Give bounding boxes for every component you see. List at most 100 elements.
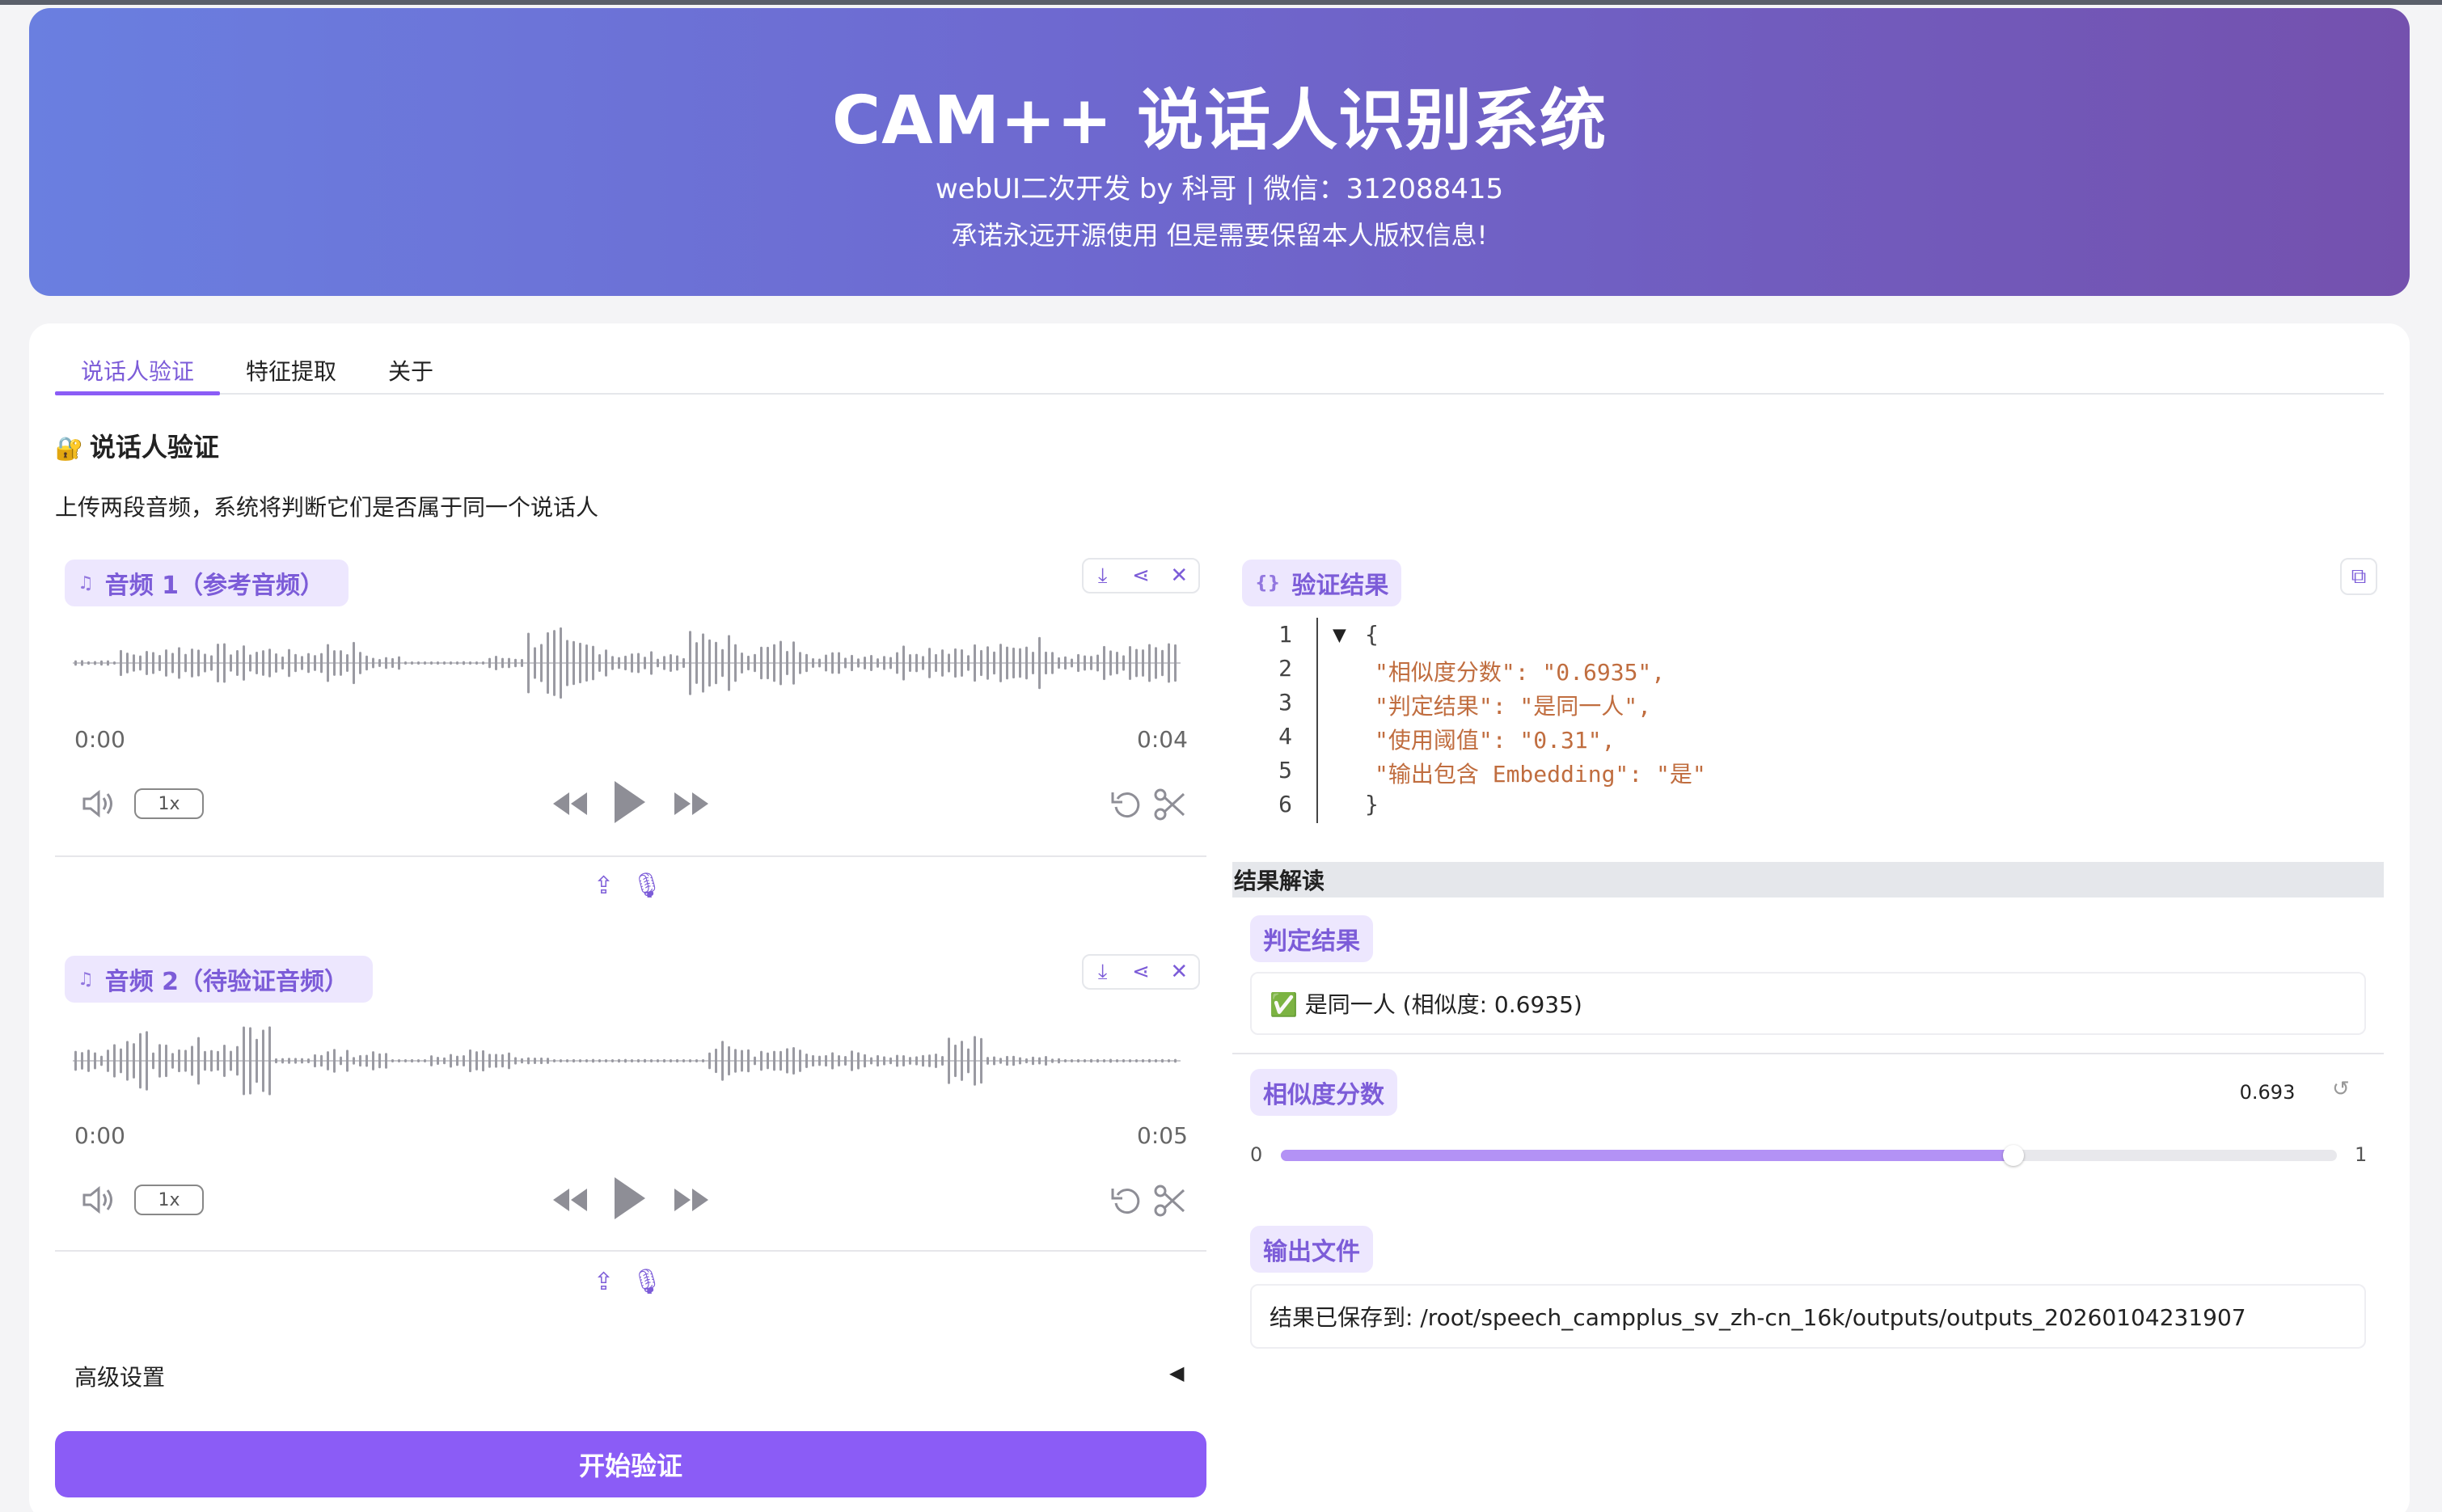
- waveform-bar: [585, 644, 588, 682]
- waveform-bar: [217, 1050, 219, 1071]
- fast-forward-icon[interactable]: [671, 788, 712, 820]
- waveform-bar: [488, 657, 491, 669]
- waveform-bar: [268, 648, 271, 678]
- similarity-number-input[interactable]: 0.693: [2217, 1074, 2317, 1111]
- audio1-speed-button[interactable]: 1x: [134, 788, 204, 819]
- fold-toggle-icon[interactable]: ▼: [1333, 621, 1346, 648]
- download-icon[interactable]: ⤓: [1084, 960, 1122, 985]
- waveform-bar: [579, 1059, 581, 1062]
- fast-forward-icon[interactable]: [671, 1184, 712, 1216]
- waveform-bar: [456, 661, 458, 665]
- scissors-icon[interactable]: [1153, 788, 1187, 821]
- waveform-bar: [100, 1055, 103, 1066]
- waveform-bar: [974, 1036, 976, 1086]
- output-path-box: 结果已保存到: /root/speech_campplus_sv_zh-cn_1…: [1250, 1284, 2366, 1349]
- upload-icon[interactable]: ⇪: [594, 872, 614, 900]
- similarity-slider-thumb[interactable]: [2002, 1145, 2024, 1166]
- waveform-bar: [566, 1059, 568, 1062]
- waveform-bar: [307, 1058, 310, 1064]
- play-icon[interactable]: [611, 778, 649, 826]
- waveform-bar: [1142, 1059, 1144, 1062]
- waveform-bar: [1012, 647, 1015, 679]
- audio2-speed-button[interactable]: 1x: [134, 1185, 204, 1215]
- download-icon[interactable]: ⤓: [1084, 564, 1122, 589]
- divider: [55, 855, 1206, 857]
- waveform-bar: [243, 1026, 245, 1096]
- json-line: }: [1365, 791, 1379, 817]
- microphone-icon[interactable]: 🎙: [632, 872, 662, 900]
- tab-about[interactable]: 关于: [388, 354, 433, 386]
- waveform-bar: [378, 1053, 381, 1069]
- waveform-bar: [967, 1048, 970, 1074]
- waveform-bar: [948, 653, 950, 673]
- share-icon[interactable]: ⋖: [1122, 960, 1160, 984]
- close-icon[interactable]: ✕: [1160, 960, 1198, 984]
- header-banner: CAM++ 说话人识别系统 webUI二次开发 by 科哥 | 微信：31208…: [29, 8, 2410, 296]
- waveform-bar: [1116, 1059, 1118, 1062]
- json-line: "使用阈值": "0.31",: [1375, 727, 1616, 754]
- waveform-bar: [1174, 1058, 1177, 1063]
- waveform-bar: [1122, 655, 1125, 671]
- undo-icon[interactable]: [1109, 788, 1143, 821]
- upload-icon[interactable]: ⇪: [594, 1268, 614, 1296]
- tab-speaker-verification[interactable]: 说话人验证: [81, 354, 194, 386]
- waveform-bar: [1032, 1056, 1034, 1066]
- waveform-bar: [631, 1059, 633, 1062]
- play-icon[interactable]: [611, 1174, 649, 1223]
- share-icon[interactable]: ⋖: [1122, 564, 1160, 588]
- audio2-waveform[interactable]: [73, 1012, 1181, 1109]
- rewind-icon[interactable]: [550, 788, 590, 820]
- volume-icon[interactable]: [81, 1184, 118, 1216]
- waveform-bar: [391, 657, 394, 669]
- music-note-icon: ♫: [78, 969, 94, 990]
- waveform-bar: [120, 649, 122, 677]
- waveform-bar: [792, 641, 795, 685]
- waveform-bar: [889, 1057, 892, 1065]
- slider-max-label: 1: [2355, 1143, 2368, 1166]
- waveform-bar: [139, 1033, 142, 1089]
- advanced-settings-toggle[interactable]: 高级设置: [74, 1360, 165, 1392]
- waveform-bar: [896, 1054, 898, 1067]
- waveform-bar: [301, 656, 303, 670]
- waveform-bar: [333, 1049, 336, 1073]
- scissors-icon[interactable]: [1153, 1184, 1187, 1218]
- waveform-bar: [74, 1050, 77, 1071]
- waveform-bar: [463, 1054, 465, 1067]
- waveform-bar: [799, 1050, 801, 1072]
- rewind-icon[interactable]: [550, 1184, 590, 1216]
- waveform-bar: [482, 661, 484, 665]
- close-icon[interactable]: ✕: [1160, 564, 1198, 588]
- waveform-bar: [663, 1058, 665, 1063]
- volume-icon[interactable]: [81, 788, 118, 820]
- waveform-bar: [1142, 649, 1144, 677]
- waveform-bar: [158, 655, 161, 671]
- audio1-toolbar: ⤓ ⋖ ✕: [1082, 558, 1200, 593]
- start-verification-button[interactable]: 开始验证: [55, 1431, 1206, 1497]
- copy-icon[interactable]: ⧉: [2340, 558, 2377, 595]
- waveform-bar: [191, 1045, 193, 1076]
- waveform-bar: [353, 641, 355, 685]
- waveform-bar: [100, 660, 103, 666]
- waveform-bar: [256, 1038, 258, 1083]
- waveform-bar: [695, 642, 698, 684]
- tab-feature-extraction[interactable]: 特征提取: [246, 354, 336, 386]
- microphone-icon[interactable]: 🎙: [632, 1268, 662, 1296]
- waveform-bar: [682, 657, 685, 669]
- waveform-bar: [1071, 1059, 1073, 1062]
- json-line: "输出包含 Embedding": "是": [1375, 761, 1706, 788]
- waveform-bar: [689, 631, 691, 695]
- reset-icon[interactable]: ↺: [2332, 1077, 2350, 1101]
- waveform-bar: [605, 649, 607, 677]
- similarity-slider[interactable]: [1281, 1145, 2337, 1166]
- waveform-bar: [637, 653, 640, 674]
- waveform-bar: [178, 647, 180, 679]
- audio1-waveform[interactable]: [73, 615, 1181, 712]
- undo-icon[interactable]: [1109, 1184, 1143, 1218]
- waveform-bar: [1025, 646, 1028, 680]
- collapse-arrow-icon[interactable]: ◀: [1169, 1362, 1184, 1384]
- waveform-bar: [171, 653, 174, 674]
- waveform-bar: [857, 1052, 860, 1070]
- waveform-bar: [560, 627, 562, 699]
- waveform-bar: [359, 652, 361, 674]
- waveform-bar: [728, 1045, 730, 1076]
